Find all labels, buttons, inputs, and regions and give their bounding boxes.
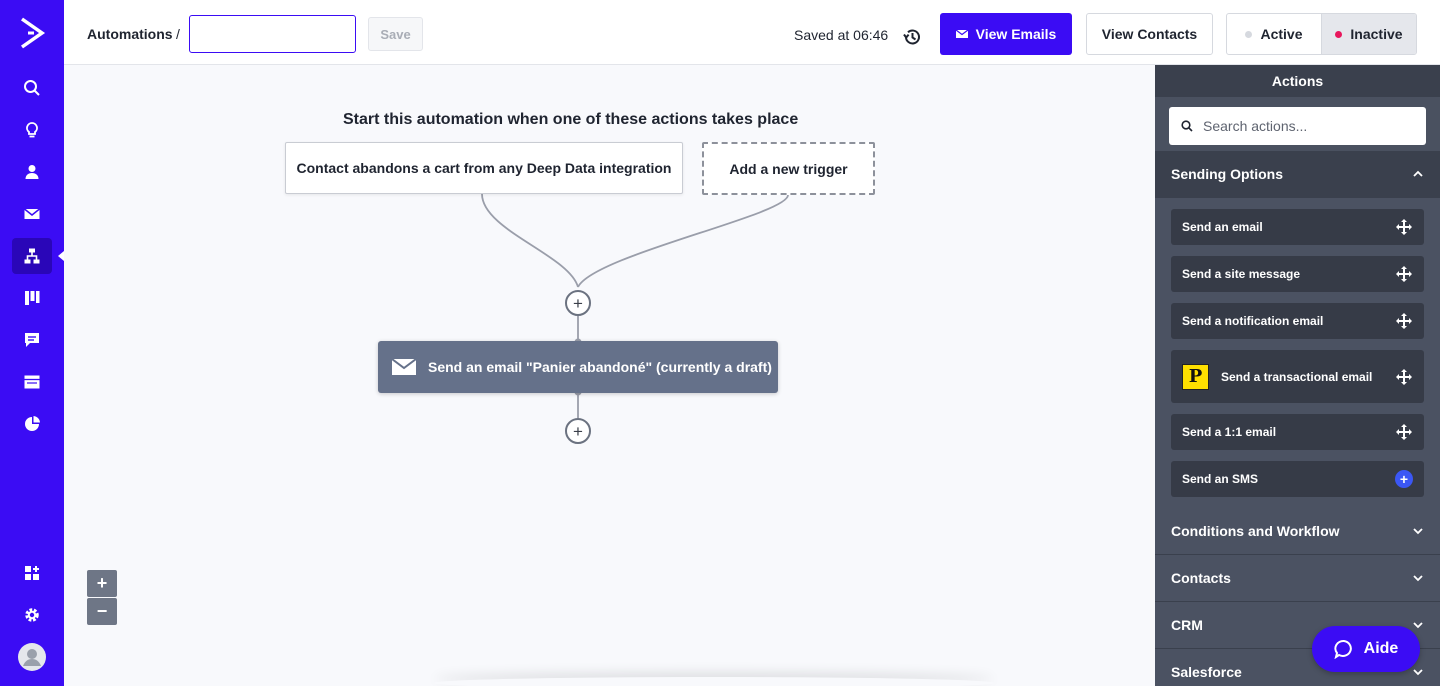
action-item-label: Send a notification email xyxy=(1182,314,1324,328)
section-label: Conditions and Workflow xyxy=(1171,523,1340,539)
search-icon xyxy=(1181,120,1193,132)
active-dot xyxy=(1245,30,1253,38)
inactive-label: Inactive xyxy=(1350,26,1403,42)
save-button[interactable]: Save xyxy=(368,17,423,51)
view-emails-label: View Emails xyxy=(975,26,1057,42)
action-item-label: Send a 1:1 email xyxy=(1182,425,1277,439)
move-icon[interactable] xyxy=(1395,218,1413,236)
top-bar: Automations / Save Saved at 06:46 View E… xyxy=(64,0,1440,65)
canvas-title: Start this automation when one of these … xyxy=(343,111,799,128)
add-trigger-button[interactable]: Add a new trigger xyxy=(702,142,875,195)
postmark-logo-icon: P xyxy=(1182,363,1209,390)
action-item[interactable]: Send a site message xyxy=(1171,256,1424,292)
help-button[interactable]: Aide xyxy=(1312,626,1420,672)
section-label: CRM xyxy=(1171,617,1203,633)
action-item[interactable]: Send a 1:1 email xyxy=(1171,414,1424,450)
zoom-in-button[interactable]: + xyxy=(87,570,117,597)
actions-search-input[interactable] xyxy=(1203,118,1413,134)
actions-panel: Actions Sending Options Send an email Se… xyxy=(1155,65,1440,686)
active-label: Active xyxy=(1260,26,1303,42)
actions-panel-title: Actions xyxy=(1155,65,1440,97)
envelope-icon xyxy=(955,29,968,38)
site-icon[interactable] xyxy=(12,364,52,400)
workflow-canvas[interactable]: Start this automation when one of these … xyxy=(64,65,1155,686)
chevron-down-icon xyxy=(1413,622,1423,629)
chevron-down-icon xyxy=(1413,575,1423,582)
envelope-icon xyxy=(392,358,416,375)
action-item-label: Send an email xyxy=(1182,220,1263,234)
move-icon[interactable] xyxy=(1395,265,1413,283)
action-item-label: Send an SMS xyxy=(1182,472,1259,486)
section-label: Salesforce xyxy=(1171,664,1242,680)
plus-icon[interactable]: + xyxy=(1395,470,1413,488)
add-step-plus-icon[interactable]: + xyxy=(565,418,591,444)
action-item-label: Send a site message xyxy=(1182,267,1301,281)
view-contacts-button[interactable]: View Contacts xyxy=(1086,13,1213,55)
zoom-out-button[interactable]: − xyxy=(87,598,117,625)
section-label: Sending Options xyxy=(1171,166,1283,182)
section-conditions-workflow[interactable]: Conditions and Workflow xyxy=(1155,508,1440,555)
campaigns-icon[interactable] xyxy=(12,196,52,232)
chevron-down-icon xyxy=(1413,669,1423,676)
action-item[interactable]: Send an email xyxy=(1171,209,1424,245)
inactive-dot xyxy=(1335,30,1343,38)
apps-icon[interactable] xyxy=(12,555,52,591)
section-contacts[interactable]: Contacts xyxy=(1155,555,1440,602)
sending-options-list: Send an email Send a site message Send a… xyxy=(1155,198,1440,508)
status-active-option[interactable]: Active xyxy=(1227,14,1321,54)
action-item-label: Send a transactional email xyxy=(1221,369,1373,384)
view-emails-button[interactable]: View Emails xyxy=(940,13,1072,55)
actions-search[interactable] xyxy=(1169,107,1426,145)
email-action-node[interactable]: Send an email "Panier abandoné" (current… xyxy=(378,341,778,393)
breadcrumb-separator: / xyxy=(176,26,180,42)
breadcrumb-automations[interactable]: Automations xyxy=(87,26,173,42)
contacts-icon[interactable] xyxy=(12,154,52,190)
help-label: Aide xyxy=(1363,640,1399,657)
canvas-shadow xyxy=(434,677,994,686)
automation-name-input[interactable] xyxy=(189,15,356,53)
action-item[interactable]: Send a notification email xyxy=(1171,303,1424,339)
add-step-plus-icon[interactable]: + xyxy=(565,290,591,316)
chevron-up-icon xyxy=(1413,170,1423,177)
profile-icon[interactable] xyxy=(12,639,52,675)
move-icon[interactable] xyxy=(1395,312,1413,330)
status-inactive-option[interactable]: Inactive xyxy=(1321,14,1416,54)
search-icon[interactable] xyxy=(12,70,52,106)
move-icon[interactable] xyxy=(1395,423,1413,441)
settings-icon[interactable] xyxy=(12,597,52,633)
deals-icon[interactable] xyxy=(12,280,52,316)
section-label: Contacts xyxy=(1171,570,1231,586)
history-icon[interactable] xyxy=(902,27,922,47)
action-item[interactable]: Send an SMS + xyxy=(1171,461,1424,497)
trigger-card[interactable]: Contact abandons a cart from any Deep Da… xyxy=(285,142,683,194)
automations-icon[interactable] xyxy=(12,238,64,274)
section-sending-options[interactable]: Sending Options xyxy=(1155,151,1440,198)
status-toggle: Active Inactive xyxy=(1226,13,1417,55)
chevron-down-icon xyxy=(1413,528,1423,535)
lightbulb-icon[interactable] xyxy=(12,112,52,148)
conversations-icon[interactable] xyxy=(12,322,52,358)
reports-icon[interactable] xyxy=(12,406,52,442)
left-nav xyxy=(0,0,64,686)
action-item[interactable]: P Send a transactional email xyxy=(1171,350,1424,403)
saved-at-text: Saved at 06:46 xyxy=(794,27,889,43)
email-action-label: Send an email "Panier abandoné" (current… xyxy=(428,359,772,375)
move-icon[interactable] xyxy=(1395,368,1413,386)
chat-bubble-icon xyxy=(1334,640,1352,659)
logo-icon[interactable] xyxy=(18,16,46,50)
